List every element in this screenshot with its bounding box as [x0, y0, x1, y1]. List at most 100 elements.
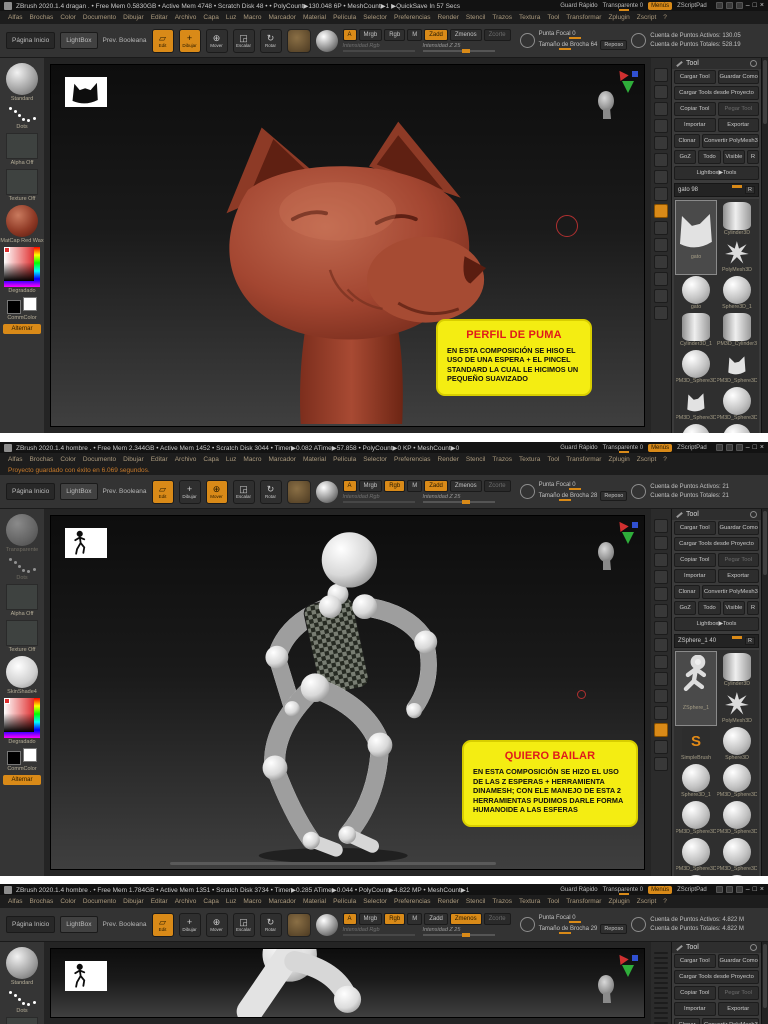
alpha-selector[interactable]: Alpha Off — [6, 584, 38, 617]
a-button[interactable]: A — [343, 913, 357, 925]
mover-button[interactable]: ⊕Mover — [206, 480, 228, 504]
transparente-slider[interactable]: Transparente 0 — [603, 887, 643, 893]
canvas-shelf-icon[interactable] — [654, 306, 668, 320]
menu-item[interactable]: Macro — [243, 898, 261, 905]
menu-item[interactable]: Color — [60, 14, 76, 21]
material-selector[interactable]: MatCap Red Wax — [0, 205, 43, 244]
alternar-button[interactable]: Alternar — [3, 775, 41, 785]
panel-icon[interactable] — [716, 886, 723, 893]
clonar-button[interactable]: Clonar — [674, 585, 700, 599]
convertir-polymesh-button[interactable]: Convertir PolyMesh3D — [702, 134, 759, 148]
menu-item[interactable]: Dibujar — [123, 898, 144, 905]
canvas-shelf-icon[interactable] — [654, 672, 668, 686]
menu-item[interactable]: Material — [303, 898, 326, 905]
canvas-shelf-icon[interactable] — [654, 740, 668, 754]
menu-item[interactable]: Zscript — [637, 898, 657, 905]
panel-close-icon[interactable] — [750, 60, 757, 67]
menu-item[interactable]: Stencil — [466, 456, 486, 463]
canvas-shelf-icon[interactable] — [654, 962, 668, 964]
material-sphere-icon[interactable] — [316, 914, 338, 936]
canvas-shelf-icon[interactable] — [654, 689, 668, 703]
guardar-como-button[interactable]: Guardar Como — [718, 70, 760, 84]
todo-button[interactable]: Todo — [698, 150, 720, 164]
menu-item[interactable]: Macro — [243, 456, 261, 463]
axis-gizmo[interactable] — [617, 954, 639, 984]
convertir-polymesh-button[interactable]: Convertir PolyMesh3D — [702, 1018, 759, 1024]
reposo-button[interactable]: Reposo — [600, 40, 627, 50]
mover-button[interactable]: ⊕Mover — [206, 29, 228, 53]
canvas-shelf-icon[interactable] — [654, 102, 668, 116]
menu-item[interactable]: Stencil — [466, 898, 486, 905]
menu-item[interactable]: Textura — [519, 456, 540, 463]
canvas-shelf-icon[interactable] — [654, 587, 668, 601]
zadd-button[interactable]: Zadd — [424, 29, 448, 41]
menu-item[interactable]: Dibujar — [123, 456, 144, 463]
close-button[interactable]: × — [760, 444, 764, 451]
menu-item[interactable]: Stencil — [466, 14, 486, 21]
r-button[interactable]: R — [745, 186, 755, 194]
draw-size-slider[interactable]: Tamaño de Brocha 64 — [539, 42, 598, 48]
todo-button[interactable]: Todo — [698, 601, 720, 615]
menu-item[interactable]: Capa — [203, 14, 219, 21]
pagina-inicio-button[interactable]: Página Inicio — [6, 32, 55, 49]
canvas[interactable] — [50, 948, 645, 1018]
canvas-shelf-icon[interactable] — [654, 604, 668, 618]
cargar-desde-proyecto-button[interactable]: Cargar Tools desde Proyecto — [674, 86, 759, 100]
copiar-tool-button[interactable]: Copiar Tool — [674, 102, 716, 116]
guard-rapido-button[interactable]: Guard Rápido — [560, 445, 597, 451]
material-sphere-icon[interactable] — [316, 481, 338, 503]
current-brush-icon[interactable] — [287, 29, 311, 53]
menu-item[interactable]: Material — [303, 456, 326, 463]
panel-icon[interactable] — [726, 2, 733, 9]
menu-item[interactable]: Trazos — [492, 14, 512, 21]
tool-thumbnail[interactable]: PM3D_Sphere3D — [717, 874, 757, 876]
importar-button[interactable]: Importar — [674, 118, 716, 132]
canvas-shelf-icon[interactable] — [654, 1017, 668, 1019]
close-button[interactable]: × — [760, 886, 764, 893]
tool-thumbnail[interactable]: Cylinder3D — [717, 652, 757, 688]
menu-item[interactable]: Archivo — [175, 456, 197, 463]
tool-thumbnail[interactable]: Cylinder3D — [717, 201, 757, 237]
tool-thumbnail[interactable]: gato_1 — [676, 423, 716, 433]
menu-item[interactable]: Brochas — [29, 456, 53, 463]
menu-item[interactable]: Luz — [226, 898, 236, 905]
visible-button[interactable]: Visible — [723, 601, 745, 615]
goz-button[interactable]: GoZ — [674, 601, 696, 615]
canvas-shelf-icon[interactable] — [654, 972, 668, 974]
color-swatches[interactable]: CommColor — [7, 297, 37, 321]
canvas-shelf-icon[interactable] — [654, 655, 668, 669]
dibujar-button[interactable]: +Dibujar — [179, 480, 201, 504]
close-button[interactable]: × — [760, 2, 764, 9]
brush-selector[interactable]: Standard — [6, 63, 38, 102]
zadd-button[interactable]: Zadd — [424, 913, 448, 925]
visible-button[interactable]: Visible — [723, 150, 745, 164]
focal-shift-slider[interactable]: Punta Focal 0 — [539, 915, 628, 921]
transparente-slider[interactable]: Transparente 0 — [603, 445, 643, 451]
window-scrollbar[interactable] — [761, 58, 768, 433]
a-button[interactable]: A — [343, 480, 357, 492]
r-button[interactable]: R — [747, 601, 759, 615]
maximize-button[interactable]: □ — [753, 444, 757, 451]
canvas-shelf-icon[interactable] — [654, 987, 668, 989]
menu-item[interactable]: Render — [438, 14, 459, 21]
tool-thumbnail[interactable]: PM3D_Sphere3D — [676, 837, 716, 873]
menu-item[interactable]: Archivo — [175, 898, 197, 905]
texture-selector[interactable]: Texture Off — [6, 620, 38, 653]
r-button[interactable]: R — [745, 637, 755, 645]
menu-item[interactable]: Selector — [363, 14, 387, 21]
menu-item[interactable]: Marcador — [268, 456, 295, 463]
pegar-tool-button[interactable]: Pegar Tool — [718, 986, 760, 1000]
lightbox-tools-button[interactable]: Lightbox▶Tools — [674, 617, 759, 631]
menu-item[interactable]: Zplugin — [608, 898, 629, 905]
dibujar-button[interactable]: +Dibujar — [179, 29, 201, 53]
menu-item[interactable]: Textura — [519, 898, 540, 905]
zcorte-button[interactable]: Zcorte — [484, 913, 511, 925]
canvas-shelf-icon[interactable] — [654, 536, 668, 550]
material-selector[interactable]: SkinShade4 — [6, 656, 38, 695]
menu-item[interactable]: Archivo — [175, 14, 197, 21]
menu-item[interactable]: Preferencias — [394, 456, 431, 463]
guardar-como-button[interactable]: Guardar Como — [718, 521, 760, 535]
tool-thumbnail[interactable]: Sphere3D_1 — [676, 763, 716, 799]
cargar-tool-button[interactable]: Cargar Tool — [674, 954, 716, 968]
tool-thumbnail[interactable]: ZSphere_1 — [676, 652, 716, 725]
